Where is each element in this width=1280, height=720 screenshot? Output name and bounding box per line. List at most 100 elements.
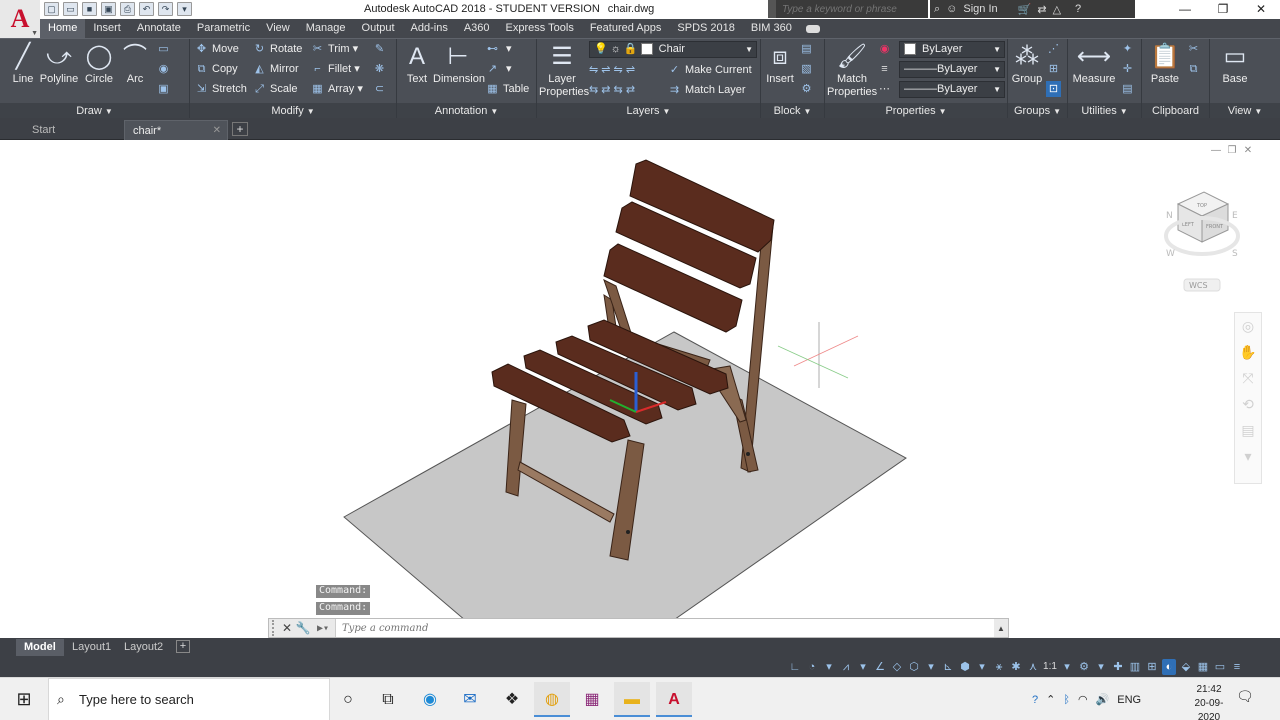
polyline-button[interactable]: ⤻ Polyline bbox=[38, 41, 80, 86]
pan-icon[interactable]: ✋ bbox=[1235, 339, 1261, 365]
text-button[interactable]: A Text bbox=[403, 41, 431, 86]
base-button[interactable]: ▭ Base bbox=[1218, 41, 1252, 86]
lock-ui-icon[interactable]: ◐ bbox=[1162, 659, 1176, 675]
tab-annotate[interactable]: Annotate bbox=[129, 19, 189, 38]
file-tab-chair[interactable]: chair* ✕ bbox=[124, 120, 228, 140]
wifi-icon[interactable]: ◠ bbox=[1078, 693, 1088, 706]
open-icon[interactable]: ▭ bbox=[63, 2, 78, 16]
drawing-canvas[interactable]: TOP LEFT FRONT W S N E WCS — ❐ ✕ bbox=[6, 140, 1268, 638]
isodraft-icon[interactable]: ⩘ bbox=[839, 659, 853, 675]
mleader-tool[interactable]: ↗ ▾ bbox=[485, 61, 512, 77]
trim-tool[interactable]: ✂ Trim ▾ bbox=[310, 41, 358, 57]
measure-button[interactable]: ⟷ Measure bbox=[1070, 41, 1118, 86]
annotation-panel-label[interactable]: Annotation ▼ bbox=[397, 103, 536, 119]
wrench-icon[interactable]: 🔧 bbox=[295, 621, 311, 635]
rectangle-tool[interactable]: ▭ bbox=[156, 41, 174, 57]
annotation-visibility-icon[interactable]: ✱ bbox=[1009, 659, 1023, 675]
tab-layout2[interactable]: Layout2 bbox=[116, 639, 171, 656]
taskbar-search[interactable]: ⌕ Type here to search bbox=[48, 678, 330, 720]
osnap-tracking-icon[interactable]: ∠ bbox=[873, 659, 887, 675]
help-search-input[interactable] bbox=[776, 0, 928, 18]
create-block-tool[interactable]: ▤ bbox=[799, 41, 817, 57]
properties-panel-label[interactable]: Properties ▼ bbox=[825, 103, 1007, 119]
minimize-icon[interactable]: — bbox=[1166, 0, 1204, 19]
print-icon[interactable]: ⎙ bbox=[120, 2, 135, 16]
workspace-gear-icon[interactable]: ⚙ bbox=[1077, 659, 1091, 675]
navbar-menu-icon[interactable]: ▾ bbox=[1235, 443, 1261, 469]
windows-start-button[interactable]: ⊞ bbox=[0, 678, 48, 720]
view-panel-label[interactable]: View ▼ bbox=[1210, 103, 1280, 119]
exchange-icon[interactable]: ⇄ bbox=[1037, 3, 1046, 16]
make-current-tool[interactable]: ✓ Make Current bbox=[667, 62, 752, 78]
close-tab-icon[interactable]: ✕ bbox=[213, 121, 221, 141]
ungroup-tool[interactable]: ⋰ bbox=[1046, 41, 1064, 57]
groups-panel-label[interactable]: Groups ▼ bbox=[1008, 103, 1067, 119]
osnap-dropdown-icon[interactable]: ▾ bbox=[924, 659, 938, 675]
help-tray-icon[interactable]: ? bbox=[1032, 694, 1038, 706]
table-tool[interactable]: ▦ Table bbox=[485, 81, 529, 97]
dynamic-ucs-icon[interactable]: ⊾ bbox=[941, 659, 955, 675]
edit-block-tool[interactable]: ▧ bbox=[799, 61, 817, 77]
tab-home[interactable]: Home bbox=[40, 19, 86, 38]
group-select-tool[interactable]: ⊡ bbox=[1046, 81, 1064, 97]
workspace-dropdown-icon[interactable]: ▾ bbox=[1094, 659, 1108, 675]
new-tab-button[interactable]: + bbox=[232, 122, 248, 136]
volume-icon[interactable]: 🔊 bbox=[1096, 693, 1110, 706]
show-hidden-icons[interactable]: ⌃ bbox=[1046, 693, 1055, 706]
tab-parametric[interactable]: Parametric bbox=[189, 19, 258, 38]
customization-menu-icon[interactable]: ≡ bbox=[1230, 659, 1244, 675]
viewport-minimize-icon[interactable]: — bbox=[1210, 146, 1222, 156]
task-view-icon[interactable]: ⧉ bbox=[370, 682, 406, 717]
auto-scale-icon[interactable]: ⋏ bbox=[1026, 659, 1040, 675]
viewcube[interactable]: TOP LEFT FRONT W S N E WCS bbox=[1164, 191, 1240, 292]
circle-button[interactable]: ◯ Circle bbox=[82, 41, 116, 86]
copy-tool[interactable]: ⧉ Copy bbox=[194, 61, 238, 77]
block-panel-label[interactable]: Block ▼ bbox=[761, 103, 824, 119]
undo-icon[interactable]: ↶ bbox=[139, 2, 154, 16]
tab-featured-apps[interactable]: Featured Apps bbox=[582, 19, 670, 38]
bluetooth-icon[interactable]: ᛒ bbox=[1063, 694, 1070, 706]
tab-insert[interactable]: Insert bbox=[85, 19, 129, 38]
attribute-tool[interactable]: ⚙ bbox=[799, 81, 817, 97]
new-layout-button[interactable]: + bbox=[176, 640, 190, 653]
match-properties-button[interactable]: 🖌 Match Properties bbox=[827, 41, 877, 99]
app-menu-button[interactable]: A ▼ bbox=[0, 0, 40, 38]
lineweight-dropdown[interactable]: ———ByLayer ▼ bbox=[899, 61, 1005, 78]
close-icon[interactable]: ✕ bbox=[279, 621, 295, 635]
linetype-dropdown[interactable]: ———ByLayer ▼ bbox=[899, 81, 1005, 98]
dropbox-icon[interactable]: ❖ bbox=[494, 682, 530, 717]
redo-icon[interactable]: ↷ bbox=[158, 2, 173, 16]
tab-layout1[interactable]: Layout1 bbox=[64, 639, 119, 656]
osnap-icon[interactable]: ◇ bbox=[890, 659, 904, 675]
new-icon[interactable]: ▢ bbox=[44, 2, 59, 16]
command-input[interactable] bbox=[335, 619, 994, 637]
selection-filter-icon[interactable]: ⬢ bbox=[958, 659, 972, 675]
scale-tool[interactable]: ⤢ Scale bbox=[252, 81, 297, 97]
tab-model[interactable]: Model bbox=[16, 639, 64, 656]
layer-properties-button[interactable]: ☰ Layer Properties bbox=[539, 41, 589, 99]
cart-icon[interactable]: 🛒 bbox=[1018, 3, 1032, 16]
clean-screen-icon[interactable]: ▭ bbox=[1213, 659, 1227, 675]
tab-output[interactable]: Output bbox=[354, 19, 403, 38]
a360-icon[interactable]: △ bbox=[1053, 3, 1061, 16]
zoom-extents-icon[interactable]: ⤧ bbox=[1235, 365, 1261, 391]
dimension-button[interactable]: ⊢ Dimension bbox=[433, 41, 485, 86]
isolate-objects-icon[interactable]: ⬙ bbox=[1179, 659, 1193, 675]
units-icon[interactable]: ▥ bbox=[1128, 659, 1142, 675]
chrome-icon[interactable]: ◍ bbox=[534, 682, 570, 717]
tab-view[interactable]: View bbox=[258, 19, 298, 38]
gizmo-icon[interactable]: ⚹ bbox=[992, 659, 1006, 675]
line-button[interactable]: ╱ Line bbox=[8, 41, 38, 86]
viewport-close-icon[interactable]: ✕ bbox=[1242, 146, 1254, 156]
tab-add-ins[interactable]: Add-ins bbox=[403, 19, 456, 38]
tab-bim-360[interactable]: BIM 360 bbox=[743, 19, 800, 38]
viewport-restore-icon[interactable]: ❐ bbox=[1226, 146, 1238, 156]
array-tool[interactable]: ▦ Array ▾ bbox=[310, 81, 363, 97]
isodraft-dropdown-icon[interactable]: ▾ bbox=[856, 659, 870, 675]
mail-icon[interactable]: ✉ bbox=[452, 682, 488, 717]
scale-dropdown-icon[interactable]: ▾ bbox=[1060, 659, 1074, 675]
save-icon[interactable]: ■ bbox=[82, 2, 97, 16]
annotation-scale-label[interactable]: 1:1 bbox=[1043, 659, 1057, 675]
graphics-performance-icon[interactable]: ▦ bbox=[1196, 659, 1210, 675]
edge-icon[interactable]: ◉ bbox=[412, 682, 448, 717]
